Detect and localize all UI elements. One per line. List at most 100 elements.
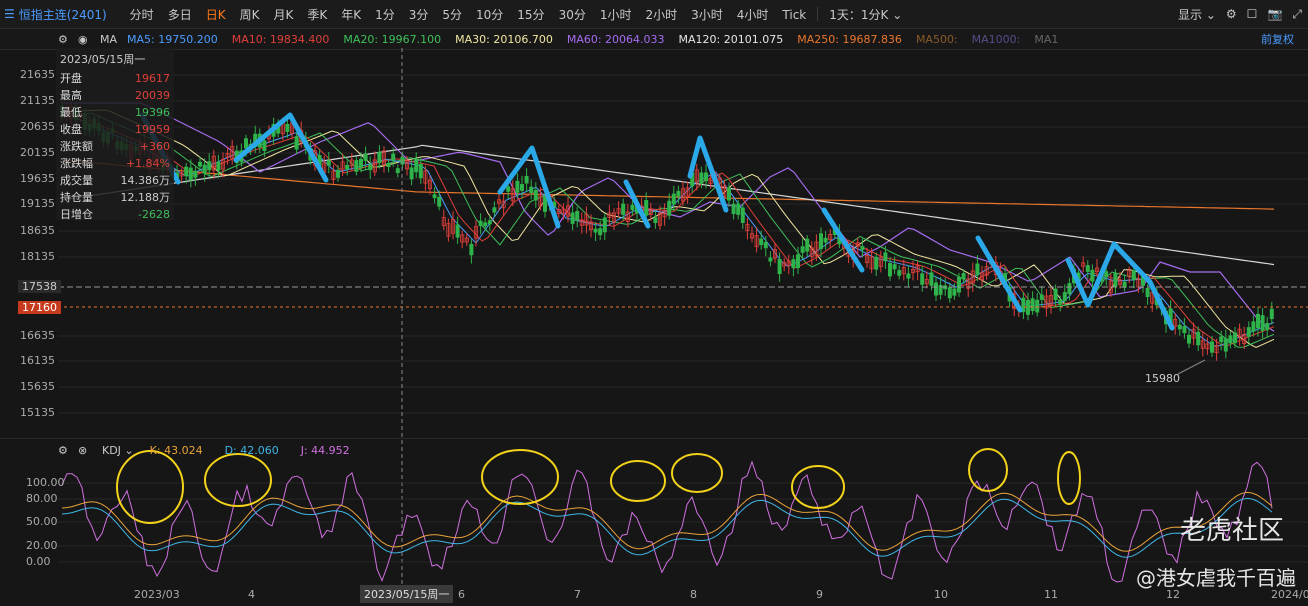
candle-body — [575, 210, 580, 221]
time-axis: 2023/03467891011122024/01 — [0, 584, 1308, 606]
info-date: 2023/05/15周一 — [60, 53, 146, 66]
candle-body — [800, 246, 805, 253]
candle-body — [524, 175, 529, 184]
candle-body — [533, 189, 538, 201]
candle-body — [598, 228, 603, 236]
candle-body — [805, 238, 810, 252]
ma30-line — [62, 109, 1275, 349]
candle-body — [395, 168, 400, 174]
candle-body — [763, 242, 768, 249]
candle-body — [731, 203, 736, 215]
low-marker-label: 15980 — [1145, 372, 1180, 385]
candle-body — [243, 138, 248, 149]
kdj-value: J: 44.952 — [300, 443, 350, 457]
candle-body — [975, 263, 980, 276]
kdj-label[interactable]: KDJ ⌄ — [102, 444, 134, 457]
kdj-axis-label: 20.00 — [26, 539, 58, 552]
time-axis-label: 11 — [1044, 588, 1058, 601]
candle-body — [418, 163, 423, 179]
candle-body — [478, 220, 483, 227]
candle-body — [409, 167, 414, 180]
candle-body — [892, 264, 897, 270]
candle-body — [506, 186, 511, 192]
candle-body — [294, 136, 299, 150]
candle-body — [197, 161, 202, 167]
price-axis-label: 16135 — [20, 354, 55, 367]
candle-body — [345, 164, 350, 170]
candle-body — [1228, 335, 1233, 344]
candle-body — [1104, 271, 1109, 278]
candle-body — [957, 276, 962, 293]
kdj-axis-label: 80.00 — [26, 492, 58, 505]
candle-body — [667, 200, 672, 216]
candle-body — [699, 172, 704, 184]
kdj-indicator-bar: ⚙ ⊗ KDJ ⌄ K: 43.024 D: 42.060 J: 44.952 — [0, 438, 1308, 461]
price-axis-label: 20635 — [20, 120, 55, 133]
candle-body — [1182, 326, 1187, 334]
info-row: 日增仓 -2628 — [60, 208, 170, 221]
price-axis-label: 18635 — [20, 224, 55, 237]
candle-body — [515, 180, 520, 193]
price-axis-label: 20135 — [20, 146, 55, 159]
candle-body — [1210, 341, 1215, 353]
chart-canvas[interactable] — [0, 0, 1308, 606]
candle-body — [1062, 292, 1067, 301]
candle-body — [193, 170, 198, 178]
dash-price-tag: 17538 — [18, 280, 61, 293]
candle-body — [934, 282, 939, 296]
candle-body — [1067, 283, 1072, 295]
time-axis-label: 2023/03 — [134, 588, 180, 601]
price-axis-label: 21135 — [20, 94, 55, 107]
candle-body — [1246, 327, 1251, 337]
time-axis-label: 9 — [816, 588, 823, 601]
candle-body — [823, 237, 828, 243]
candle-body — [520, 184, 525, 191]
candle-body — [1035, 299, 1040, 313]
info-row: 最低 19396 — [60, 106, 170, 119]
candle-body — [1223, 338, 1228, 352]
candle-body — [952, 288, 957, 296]
candle-body — [570, 212, 575, 224]
candle-body — [1113, 272, 1118, 287]
price-axis-label: 15135 — [20, 406, 55, 419]
info-row: 涨跌额 +360 — [60, 140, 170, 153]
candle-body — [888, 262, 893, 277]
ohlc-info-panel: 2023/05/15周一 开盘 19617 最高 20039 最低 19396 收盘 1995… — [56, 48, 174, 221]
candle-body — [492, 207, 497, 213]
candle-body — [1219, 336, 1224, 343]
gear-icon[interactable]: ⚙ — [58, 444, 68, 457]
candle-body — [469, 243, 474, 256]
candle-body — [207, 161, 212, 171]
price-axis-label: 16635 — [20, 329, 55, 342]
candle-body — [1260, 315, 1265, 331]
close-icon[interactable]: ⊗ — [78, 444, 87, 457]
candle-body — [262, 140, 267, 152]
candle-body — [740, 207, 745, 223]
candle-body — [363, 153, 368, 161]
candle-body — [1131, 270, 1136, 280]
candle-body — [483, 222, 488, 227]
candle-body — [543, 196, 548, 212]
candle-body — [377, 151, 382, 164]
candle-body — [727, 187, 732, 201]
candle-body — [1177, 324, 1182, 330]
candle-body — [358, 158, 363, 169]
candle-body — [184, 166, 189, 177]
candle-body — [906, 273, 911, 279]
candle-body — [777, 258, 782, 275]
candle-body — [860, 246, 865, 251]
candle-body — [947, 287, 952, 299]
kdj-value: K: 43.024 — [149, 443, 203, 457]
candle-body — [1233, 332, 1238, 344]
candle-body — [1265, 323, 1270, 331]
kdj-axis-label: 100.00 — [26, 476, 65, 489]
price-axis-label: 19635 — [20, 172, 55, 185]
candle-body — [1058, 299, 1063, 305]
candle-body — [391, 153, 396, 161]
candle-body — [874, 256, 879, 270]
candle-body — [704, 172, 709, 182]
time-axis-label: 8 — [690, 588, 697, 601]
candle-body — [335, 169, 340, 178]
low-marker-line — [1177, 359, 1206, 375]
info-row: 成交量 14.386万 — [60, 174, 170, 187]
